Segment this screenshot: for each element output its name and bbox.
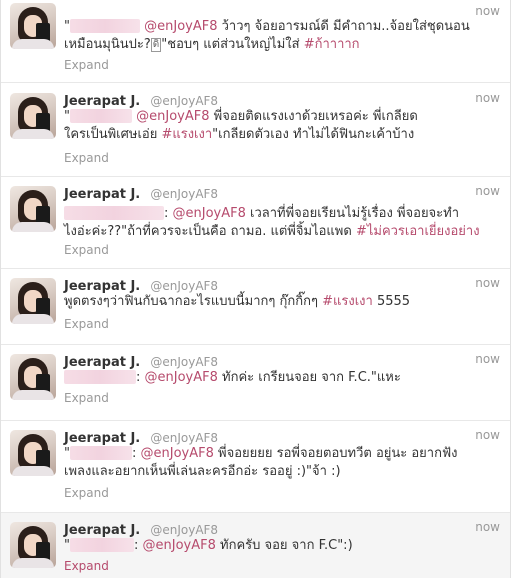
expand-link[interactable]: Expand bbox=[64, 391, 109, 405]
mention-link[interactable]: @enJoyAF8 bbox=[143, 538, 216, 553]
user-handle[interactable]: @enJoyAF8 bbox=[150, 355, 218, 369]
avatar[interactable] bbox=[10, 93, 56, 139]
tweet-text: ": @enJoyAF8 ทักครับ จอย จาก F.C":) bbox=[64, 538, 353, 553]
avatar[interactable] bbox=[10, 3, 56, 49]
avatar[interactable] bbox=[10, 278, 56, 324]
tweet-timestamp[interactable]: now bbox=[475, 276, 500, 290]
mention-link[interactable]: @enJoyAF8 bbox=[173, 206, 246, 221]
tweet-timestamp[interactable]: now bbox=[475, 428, 500, 442]
tweet-header: Jeerapat J. @enJoyAF8 now bbox=[64, 275, 500, 294]
tweet-item[interactable]: Jeerapat J. @enJoyAF8 now ": @enJoyAF8 ท… bbox=[1, 513, 510, 578]
tweet-header: Jeerapat J. @enJoyAF8 now bbox=[64, 90, 500, 109]
tweet-text: : @enJoyAF8 เวลาที่พี่จอยเรียนไม่รู้เรื่… bbox=[64, 206, 480, 239]
tweet-feed: now " @enJoyAF8 ว้าวๆ จ้อยอารมณ์ดี มีคำถ… bbox=[0, 0, 511, 578]
tweet-text: " @enJoyAF8 ว้าวๆ จ้อยอารมณ์ดี มีคำถาม..… bbox=[64, 19, 470, 52]
mention-link[interactable]: @enJoyAF8 bbox=[144, 19, 217, 34]
mention-link[interactable]: @enJoyAF8 bbox=[145, 370, 218, 385]
user-handle[interactable]: @enJoyAF8 bbox=[150, 523, 218, 537]
emoji-icon: ดิ bbox=[150, 38, 162, 52]
tweet-header: Jeerapat J. @enJoyAF8 now bbox=[64, 519, 500, 538]
avatar[interactable] bbox=[10, 430, 56, 476]
expand-link[interactable]: Expand bbox=[64, 243, 109, 257]
expand-link[interactable]: Expand bbox=[64, 58, 109, 72]
tweet-item[interactable]: Jeerapat J. @enJoyAF8 now ": @enJoyAF8 พ… bbox=[1, 421, 510, 513]
tweet-header: Jeerapat J. @enJoyAF8 now bbox=[64, 183, 500, 202]
hashtag-link[interactable]: #ก้าาาาก bbox=[304, 37, 360, 52]
expand-link[interactable]: Expand bbox=[64, 317, 109, 331]
user-handle[interactable]: @enJoyAF8 bbox=[150, 187, 218, 201]
tweet-text: พูดตรงๆว่าฟินกับฉากอะไรแบบนี้มากๆ กุ๊กกิ… bbox=[64, 294, 411, 309]
user-fullname[interactable]: Jeerapat J. bbox=[64, 187, 140, 202]
user-fullname[interactable]: Jeerapat J. bbox=[64, 431, 140, 446]
tweet-text: : @enJoyAF8 ทักค่ะ เกรียนจอย จาก F.C."แห… bbox=[64, 369, 498, 387]
user-handle[interactable]: @enJoyAF8 bbox=[150, 279, 218, 293]
hashtag-link[interactable]: #ไม่ควรเอาเยี่ยงอย่าง bbox=[356, 224, 480, 239]
user-handle[interactable]: @enJoyAF8 bbox=[150, 94, 218, 108]
blurred-username bbox=[69, 109, 132, 123]
tweet-text: " @enJoyAF8 พี่จอยติดแรงเงาด้วยเหรอค่ะ พ… bbox=[64, 109, 418, 142]
expand-link[interactable]: Expand bbox=[64, 486, 109, 500]
avatar[interactable] bbox=[10, 186, 56, 232]
blurred-username bbox=[64, 206, 164, 220]
hashtag-link[interactable]: #แรงเงา bbox=[161, 127, 212, 142]
user-fullname[interactable]: Jeerapat J. bbox=[64, 279, 140, 294]
blurred-username bbox=[69, 538, 134, 552]
expand-link[interactable]: Expand bbox=[64, 559, 109, 573]
tweet-timestamp[interactable]: now bbox=[475, 91, 500, 105]
tweet-item[interactable]: Jeerapat J. @enJoyAF8 now " @enJoyAF8 พี… bbox=[1, 84, 510, 177]
tweet-timestamp[interactable]: now bbox=[475, 4, 500, 18]
tweet-timestamp[interactable]: now bbox=[475, 520, 500, 534]
user-handle[interactable]: @enJoyAF8 bbox=[150, 431, 218, 445]
tweet-item[interactable]: now " @enJoyAF8 ว้าวๆ จ้อยอารมณ์ดี มีคำถ… bbox=[1, 0, 510, 83]
hashtag-link[interactable]: #แรงเงา bbox=[322, 294, 373, 309]
tweet-item[interactable]: Jeerapat J. @enJoyAF8 now พูดตรงๆว่าฟินก… bbox=[1, 269, 510, 345]
tweet-text: ": @enJoyAF8 พี่จอยยยย รอพี่จอยตอบทวีต อ… bbox=[64, 446, 458, 479]
tweet-timestamp[interactable]: now bbox=[475, 352, 500, 366]
user-fullname[interactable]: Jeerapat J. bbox=[64, 94, 140, 109]
user-fullname[interactable]: Jeerapat J. bbox=[64, 523, 140, 538]
tweet-header: Jeerapat J. @enJoyAF8 now bbox=[64, 427, 500, 446]
blurred-username bbox=[69, 19, 140, 33]
blurred-username bbox=[69, 446, 132, 460]
avatar[interactable] bbox=[10, 354, 56, 400]
mention-link[interactable]: @enJoyAF8 bbox=[141, 446, 214, 461]
user-fullname[interactable]: Jeerapat J. bbox=[64, 355, 140, 370]
expand-link[interactable]: Expand bbox=[64, 151, 109, 165]
mention-link[interactable]: @enJoyAF8 bbox=[136, 109, 209, 124]
tweet-timestamp[interactable]: now bbox=[475, 184, 500, 198]
tweet-header: Jeerapat J. @enJoyAF8 now bbox=[64, 351, 500, 370]
tweet-item[interactable]: Jeerapat J. @enJoyAF8 now : @enJoyAF8 ทั… bbox=[1, 345, 510, 421]
blurred-username bbox=[64, 370, 136, 384]
avatar[interactable] bbox=[10, 522, 56, 568]
tweet-item[interactable]: Jeerapat J. @enJoyAF8 now : @enJoyAF8 เว… bbox=[1, 177, 510, 269]
